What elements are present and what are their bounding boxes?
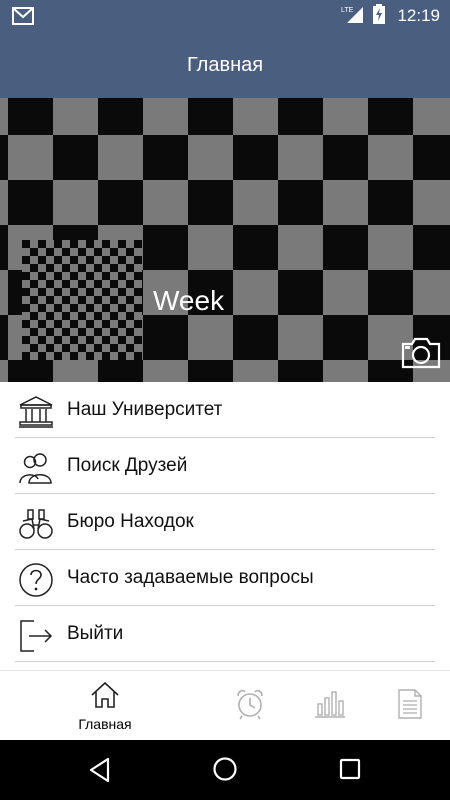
lte-signal-icon: LTE <box>341 4 365 29</box>
binoculars-icon <box>18 506 54 542</box>
menu-item-label: Бюро Находок <box>67 511 194 532</box>
logout-icon <box>18 618 54 654</box>
back-icon[interactable] <box>88 757 112 788</box>
user-name: Week <box>153 285 225 316</box>
tab-documents[interactable] <box>385 671 435 741</box>
home-circle-icon[interactable] <box>212 756 238 787</box>
menu-item-label: Выйти <box>67 623 124 644</box>
recent-apps-icon[interactable] <box>339 758 361 785</box>
menu-list: Наш Университет Поиск Друзей Бюро Находо… <box>0 382 450 662</box>
menu-item-label: Часто задаваемые вопросы <box>67 567 314 588</box>
tab-statistics[interactable] <box>305 671 355 741</box>
profile-header: Week <box>0 98 450 382</box>
gmail-notification-icon <box>12 7 34 30</box>
menu-item-label: Поиск Друзей <box>67 455 188 476</box>
tab-alarm[interactable] <box>225 671 275 741</box>
bottom-navigation: Главная <box>0 670 450 741</box>
avatar[interactable] <box>22 240 142 360</box>
svg-text:LTE: LTE <box>341 7 354 14</box>
status-bar: LTE 12:19 <box>0 0 450 32</box>
app-bar: Главная <box>0 32 450 98</box>
battery-charging-icon <box>373 3 386 29</box>
menu-item-label: Наш Университет <box>67 399 223 420</box>
menu-item-logout[interactable]: Выйти <box>0 606 450 662</box>
page-title: Главная <box>186 53 264 76</box>
menu-item-faq[interactable]: Часто задаваемые вопросы <box>0 550 450 606</box>
home-icon <box>90 681 120 714</box>
university-icon <box>18 394 54 430</box>
question-icon <box>18 562 54 598</box>
system-navigation-bar <box>0 740 450 800</box>
status-time: 12:19 <box>397 6 440 25</box>
bar-chart-icon <box>314 690 346 723</box>
menu-item-university[interactable]: Наш Университет <box>0 382 450 438</box>
tab-home-label: Главная <box>78 715 132 732</box>
camera-icon[interactable] <box>400 336 442 375</box>
menu-item-find-friends[interactable]: Поиск Друзей <box>0 438 450 494</box>
document-icon <box>397 688 423 725</box>
menu-item-lost-and-found[interactable]: Бюро Находок <box>0 494 450 550</box>
alarm-clock-icon <box>235 688 265 725</box>
divider <box>15 661 435 662</box>
tab-home[interactable]: Главная <box>60 671 150 741</box>
people-icon <box>18 450 54 486</box>
